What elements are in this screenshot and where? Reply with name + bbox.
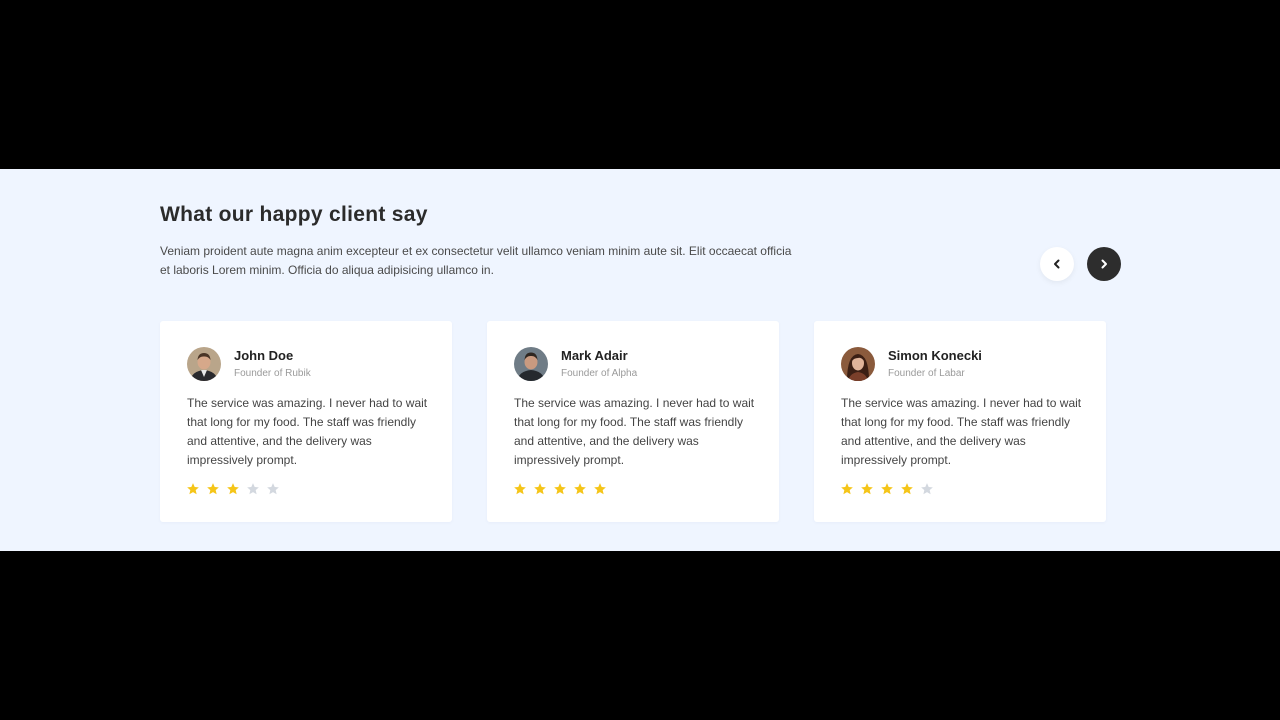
- star-filled-icon: [534, 483, 546, 495]
- star-rating: [840, 482, 934, 496]
- client-role: Founder of Rubik: [234, 368, 311, 379]
- star-filled-icon: [207, 483, 219, 495]
- client-role: Founder of Alpha: [561, 368, 638, 379]
- next-button[interactable]: [1087, 247, 1121, 281]
- letterbox-top: [0, 0, 1280, 169]
- chevron-left-icon: [1051, 258, 1063, 270]
- client-name: Mark Adair: [561, 348, 628, 363]
- star-filled-icon: [861, 483, 873, 495]
- testimonials-section: What our happy client say Veniam proiden…: [0, 169, 1280, 551]
- testimonial-quote: The service was amazing. I never had to …: [841, 396, 1082, 467]
- star-filled-icon: [841, 483, 853, 495]
- client-role: Founder of Labar: [888, 368, 965, 379]
- star-filled-icon: [227, 483, 239, 495]
- testimonial-card: John Doe Founder of Rubik The service wa…: [160, 321, 452, 522]
- client-name: Simon Konecki: [888, 348, 982, 363]
- star-empty-icon: [267, 483, 279, 495]
- star-filled-icon: [594, 483, 606, 495]
- testimonial-quote: The service was amazing. I never had to …: [514, 396, 755, 467]
- star-filled-icon: [514, 483, 526, 495]
- section-intro: Veniam proident aute magna anim excepteu…: [160, 244, 792, 277]
- testimonial-card: Simon Konecki Founder of Labar The servi…: [814, 321, 1106, 522]
- previous-button[interactable]: [1040, 247, 1074, 281]
- star-filled-icon: [554, 483, 566, 495]
- letterbox-bottom: [0, 551, 1280, 720]
- star-rating: [513, 482, 607, 496]
- avatar: [514, 347, 548, 381]
- testimonial-card: Mark Adair Founder of Alpha The service …: [487, 321, 779, 522]
- star-empty-icon: [247, 483, 259, 495]
- section-title: What our happy client say: [160, 203, 428, 226]
- client-name: John Doe: [234, 348, 294, 363]
- avatar: [841, 347, 875, 381]
- star-empty-icon: [921, 483, 933, 495]
- star-filled-icon: [574, 483, 586, 495]
- star-filled-icon: [901, 483, 913, 495]
- star-filled-icon: [881, 483, 893, 495]
- star-filled-icon: [187, 483, 199, 495]
- avatar: [187, 347, 221, 381]
- star-rating: [186, 482, 280, 496]
- chevron-right-icon: [1098, 258, 1110, 270]
- testimonial-quote: The service was amazing. I never had to …: [187, 396, 428, 467]
